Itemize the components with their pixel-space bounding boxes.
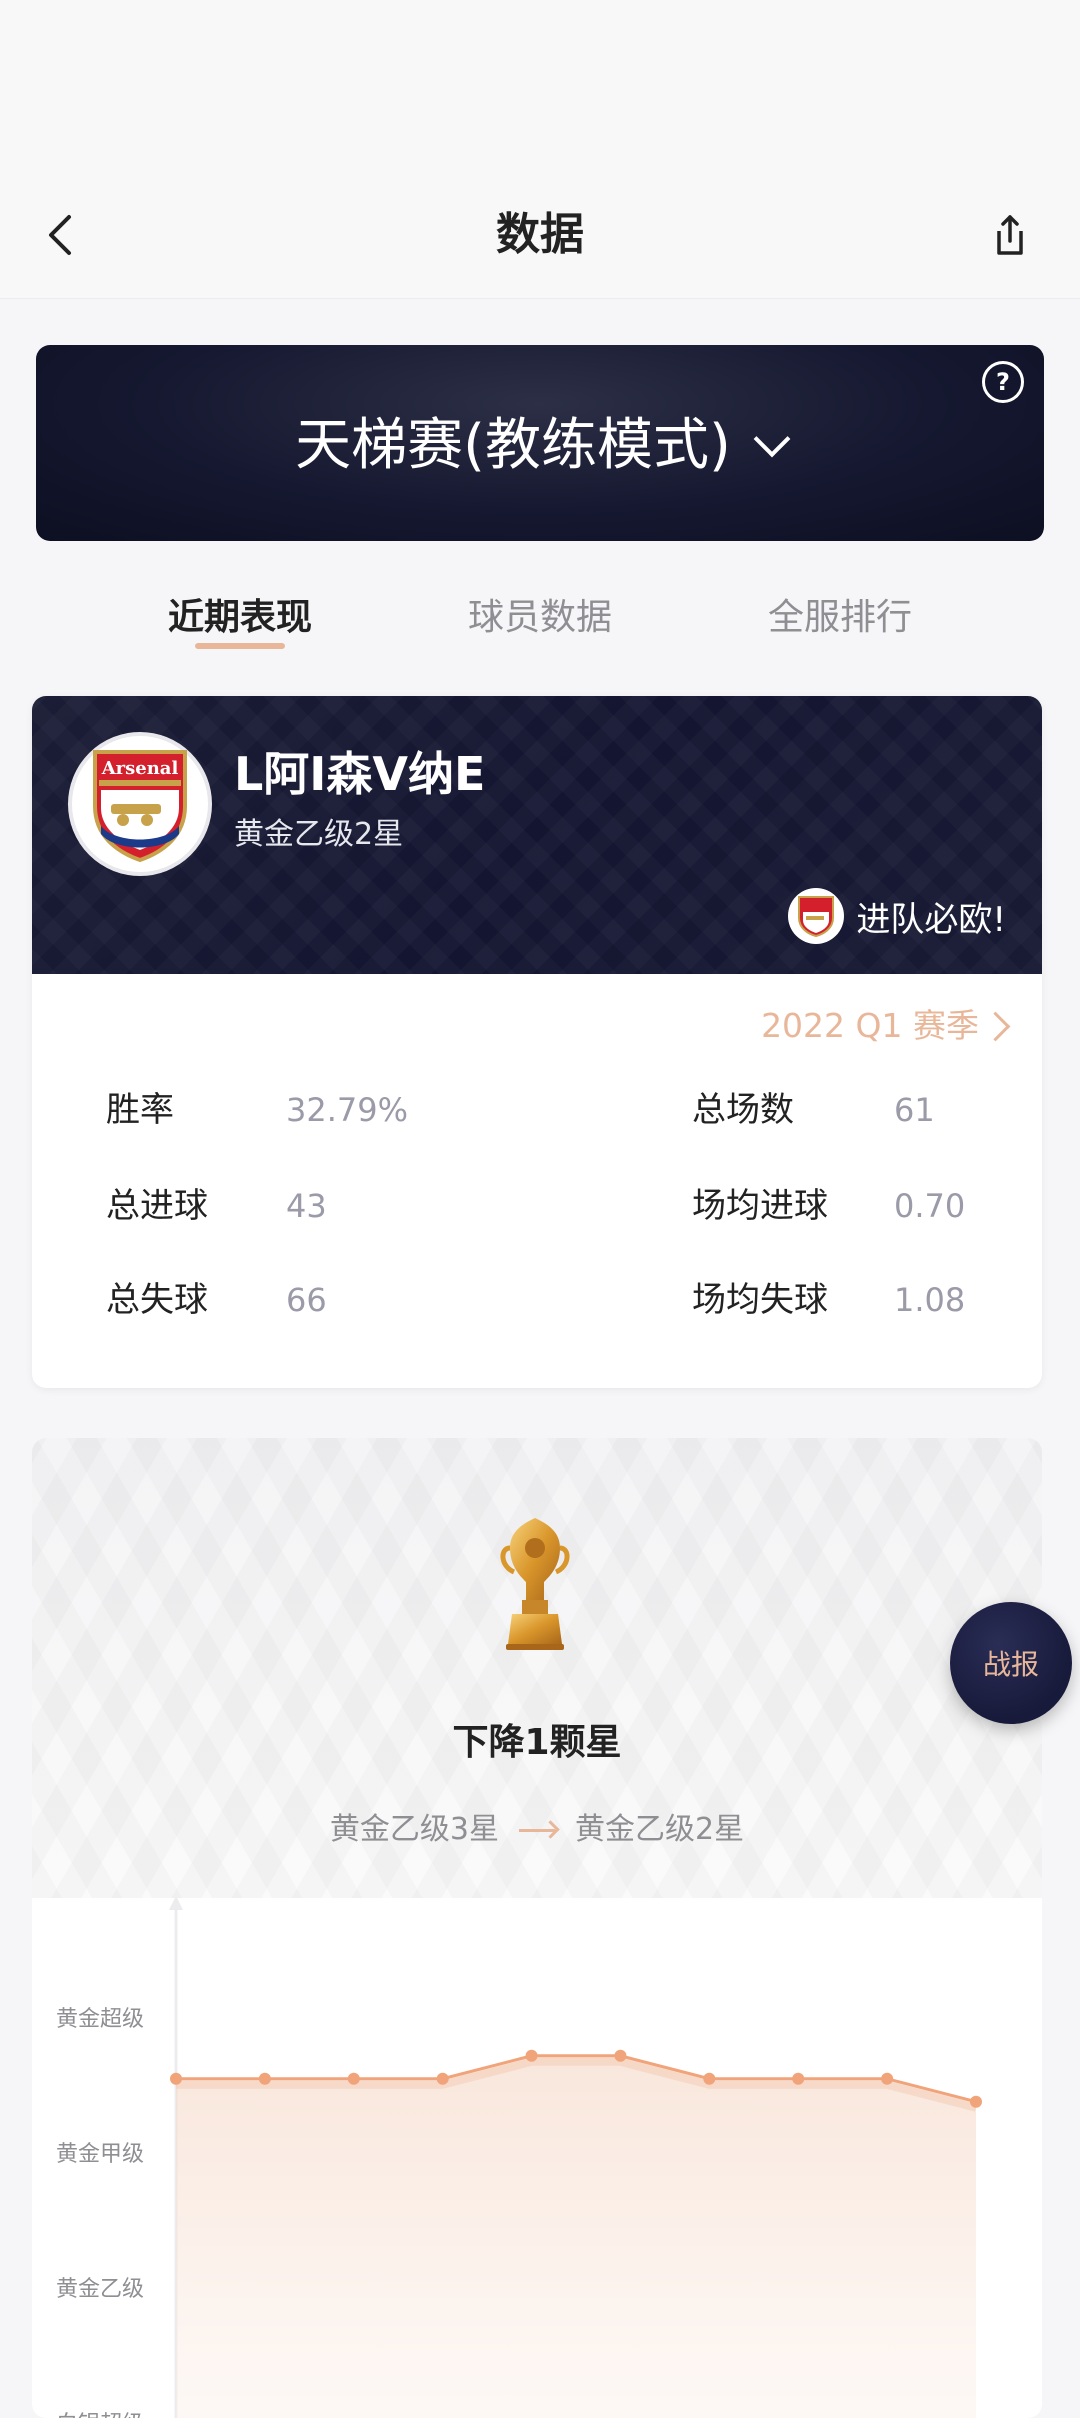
- battle-report-button[interactable]: 战报: [950, 1602, 1072, 1724]
- player-card: Arsenal L阿I森V纳E 黄金乙级2星 进队必欧! 2022 Q1 赛季: [32, 696, 1042, 1388]
- stat-value-avg-goals-against: 1.08: [894, 1281, 966, 1319]
- rank-trend-chart: 黄金超级黄金甲级黄金乙级白银超级: [32, 1896, 1042, 2418]
- tab-recent-performance[interactable]: 近期表现: [168, 590, 312, 646]
- rank-change-detail: 黄金乙级3星 黄金乙级2星: [32, 1808, 1042, 1852]
- top-bar: 数据: [0, 0, 1080, 299]
- stat-value-total-games: 61: [894, 1091, 935, 1129]
- trend-point: [170, 2072, 182, 2085]
- stat-value-goals-against: 66: [286, 1281, 327, 1319]
- rank-from: 黄金乙级3星: [329, 1812, 499, 1847]
- tab-server-ranking[interactable]: 全服排行: [768, 590, 912, 646]
- rank-change-title: 下降1颗星: [452, 1722, 622, 1763]
- motto-text: 进队必欧!: [856, 899, 1006, 940]
- trend-point: [436, 2072, 449, 2085]
- share-button[interactable]: [980, 205, 1040, 265]
- stat-label-total-games: 总场数: [692, 1090, 794, 1130]
- active-tab-indicator: [195, 643, 285, 649]
- stat-value-avg-goals-for: 0.70: [894, 1187, 966, 1225]
- trophy-icon: [500, 1518, 570, 1650]
- mode-title: 天梯赛(教练模式): [295, 413, 731, 478]
- stat-label-win-rate: 胜率: [106, 1090, 174, 1130]
- trend-point: [881, 2072, 894, 2085]
- y-tick-label: 黄金甲级: [56, 2142, 144, 2167]
- stat-label-goals-for: 总进球: [106, 1186, 208, 1226]
- season-selector[interactable]: 2022 Q1 赛季: [761, 1004, 1011, 1048]
- battle-report-label: 战报: [982, 1648, 1039, 1681]
- y-tick-label: 黄金超级: [56, 2007, 144, 2032]
- trend-point: [792, 2072, 805, 2085]
- mode-banner[interactable]: ? 天梯赛(教练模式): [36, 345, 1044, 541]
- player-name: L阿I森V纳E: [234, 747, 486, 801]
- chevron-down-icon: [753, 420, 791, 458]
- trend-point: [970, 2095, 982, 2108]
- stat-label-avg-goals-for: 场均进球: [692, 1186, 828, 1226]
- season-label: 2022 Q1 赛季: [761, 1006, 979, 1045]
- trend-point: [703, 2072, 716, 2085]
- club-mini-logo: [788, 888, 845, 944]
- help-icon[interactable]: ?: [982, 361, 1024, 403]
- chevron-right-icon: [980, 1011, 1011, 1041]
- tab-player-data[interactable]: 球员数据: [468, 590, 612, 646]
- y-tick-label: 黄金乙级: [56, 2277, 144, 2302]
- svg-text:Arsenal: Arsenal: [101, 758, 179, 779]
- arrow-right-icon: [519, 1829, 555, 1832]
- stat-label-goals-against: 总失球: [106, 1280, 208, 1320]
- page-title: 数据: [496, 209, 584, 260]
- player-header: Arsenal L阿I森V纳E 黄金乙级2星 进队必欧!: [32, 696, 1042, 974]
- trend-point: [258, 2072, 271, 2085]
- player-rank: 黄金乙级2星: [234, 817, 404, 852]
- club-logo: Arsenal: [68, 732, 212, 876]
- rank-to: 黄金乙级2星: [575, 1812, 745, 1847]
- rank-trend-svg: 黄金超级黄金甲级黄金乙级白银超级: [56, 1896, 982, 2418]
- stat-value-goals-for: 43: [286, 1187, 327, 1225]
- share-icon: [997, 215, 1023, 255]
- player-motto: 进队必欧!: [788, 886, 1006, 946]
- stat-value-win-rate: 32.79%: [286, 1091, 409, 1129]
- trend-point: [614, 2049, 627, 2062]
- trend-area: [176, 2055, 976, 2418]
- y-axis-arrow: [169, 1896, 183, 1910]
- rank-change-card: 下降1颗星 黄金乙级3星 黄金乙级2星 黄金超级黄金甲级黄金乙级白银超级: [32, 1438, 1042, 2418]
- mode-selector[interactable]: 天梯赛(教练模式): [36, 411, 1044, 481]
- stat-label-avg-goals-against: 场均失球: [692, 1280, 828, 1320]
- y-tick-label: 白银超级: [56, 2412, 144, 2418]
- trend-point: [525, 2049, 538, 2062]
- trend-point: [347, 2072, 360, 2085]
